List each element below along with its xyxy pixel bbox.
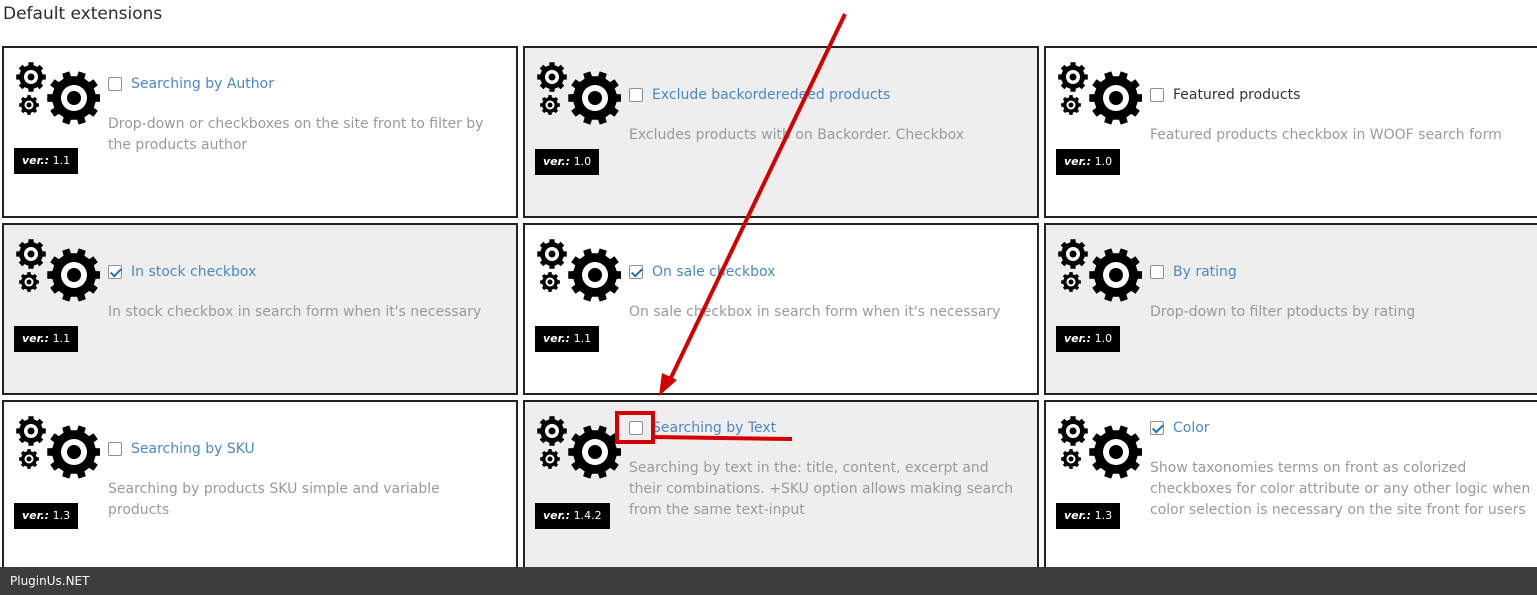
checkbox-backorder[interactable] — [629, 88, 643, 102]
gear-hub — [67, 445, 81, 459]
gear-hub — [27, 250, 35, 258]
gears-icon — [1058, 416, 1142, 479]
version-badge-backorder: ver.: 1.0 — [535, 149, 600, 175]
gear-hub — [26, 102, 32, 108]
extension-description-author: Drop-down or checkboxes on the site fron… — [108, 116, 484, 153]
gear-hub — [548, 427, 556, 435]
version-badge-text: ver.: 1.4.2 — [535, 503, 610, 529]
gear-hub — [588, 91, 602, 105]
gear-hub — [1068, 102, 1074, 108]
version-badge-by-rating: ver.: 1.0 — [1056, 326, 1121, 352]
gears-icon — [16, 239, 100, 302]
extension-card-author: Searching by Author Drop-down or checkbo… — [2, 46, 518, 218]
extension-card-in-stock: In stock checkbox In stock checkbox in s… — [2, 223, 518, 395]
checkbox-by-rating[interactable] — [1150, 265, 1164, 279]
gears-icon — [537, 239, 621, 302]
gear-hub — [1068, 456, 1074, 462]
extension-title-on-sale[interactable]: On sale checkbox — [652, 264, 775, 280]
extension-title-author[interactable]: Searching by Author — [131, 76, 274, 92]
extension-description-color: Show taxonomies terms on front as colori… — [1150, 460, 1531, 518]
gears-icon — [537, 62, 621, 125]
checkbox-in-stock[interactable] — [108, 265, 122, 279]
extension-card-text: Searching by Text Searching by text in t… — [523, 400, 1039, 576]
gear-hub — [1069, 73, 1077, 81]
gears-icon — [16, 416, 100, 479]
gear-hub — [548, 73, 556, 81]
gear-hub — [1109, 445, 1123, 459]
extension-card-color: Color Show taxonomies terms on front as … — [1044, 400, 1537, 576]
extension-description-sku: Searching by products SKU simple and var… — [108, 481, 440, 518]
gear-hub — [27, 427, 35, 435]
extension-card-backorder: Exclude backorderedeed products Excludes… — [523, 46, 1039, 218]
gear-hub — [548, 250, 556, 258]
extension-title-sku[interactable]: Searching by SKU — [131, 441, 255, 457]
gear-hub — [1109, 91, 1123, 105]
footer-brand: PluginUs.NET — [0, 567, 1537, 595]
gear-hub — [1069, 427, 1077, 435]
gear-hub — [588, 268, 602, 282]
extension-title-in-stock[interactable]: In stock checkbox — [131, 264, 256, 280]
gear-hub — [1069, 250, 1077, 258]
version-badge-on-sale: ver.: 1.1 — [535, 326, 600, 352]
gear-hub — [26, 456, 32, 462]
gear-hub — [547, 102, 553, 108]
gear-hub — [588, 445, 602, 459]
extension-title-backorder[interactable]: Exclude backorderedeed products — [652, 87, 890, 103]
gear-hub — [547, 279, 553, 285]
extension-description-featured: Featured products checkbox in WOOF searc… — [1150, 127, 1502, 143]
extensions-grid: Searching by Author Drop-down or checkbo… — [2, 46, 1537, 576]
gears-icon — [16, 62, 100, 125]
version-badge-in-stock: ver.: 1.1 — [14, 326, 79, 352]
gear-hub — [26, 279, 32, 285]
checkbox-color[interactable] — [1150, 421, 1164, 435]
gear-hub — [27, 73, 35, 81]
version-badge-author: ver.: 1.1 — [14, 148, 79, 174]
gear-hub — [1109, 268, 1123, 282]
extension-description-text: Searching by text in the: title, content… — [629, 460, 1014, 518]
extension-title-by-rating[interactable]: By rating — [1173, 264, 1237, 280]
extension-title-color[interactable]: Color — [1173, 420, 1210, 436]
gears-icon — [537, 416, 621, 479]
version-badge-color: ver.: 1.3 — [1056, 503, 1121, 529]
extension-card-featured: Featured products Featured products chec… — [1044, 46, 1537, 218]
extension-description-backorder: Excludes products with on Backorder. Che… — [629, 127, 965, 143]
gears-icon — [1058, 62, 1142, 125]
checkbox-featured[interactable] — [1150, 88, 1164, 102]
extension-description-on-sale: On sale checkbox in search form when it'… — [629, 304, 1001, 320]
extension-title-featured[interactable]: Featured products — [1173, 87, 1300, 103]
extension-card-by-rating: By rating Drop-down to filter ptoducts b… — [1044, 223, 1537, 395]
extension-description-in-stock: In stock checkbox in search form when it… — [108, 304, 482, 320]
checkbox-on-sale[interactable] — [629, 265, 643, 279]
extension-card-on-sale: On sale checkbox On sale checkbox in sea… — [523, 223, 1039, 395]
gears-icon — [1058, 239, 1142, 302]
gear-hub — [67, 91, 81, 105]
extension-card-sku: Searching by SKU Searching by products S… — [2, 400, 518, 576]
page-title: Default extensions — [3, 4, 163, 24]
gear-hub — [67, 268, 81, 282]
version-badge-featured: ver.: 1.0 — [1056, 149, 1121, 175]
version-badge-sku: ver.: 1.3 — [14, 503, 79, 529]
extension-title-text[interactable]: Searching by Text — [652, 420, 776, 436]
gear-hub — [547, 456, 553, 462]
checkbox-text[interactable] — [629, 421, 643, 435]
checkbox-author[interactable] — [108, 77, 122, 91]
checkbox-sku[interactable] — [108, 442, 122, 456]
extension-description-by-rating: Drop-down to filter ptoducts by rating — [1150, 304, 1416, 320]
gear-hub — [1068, 279, 1074, 285]
